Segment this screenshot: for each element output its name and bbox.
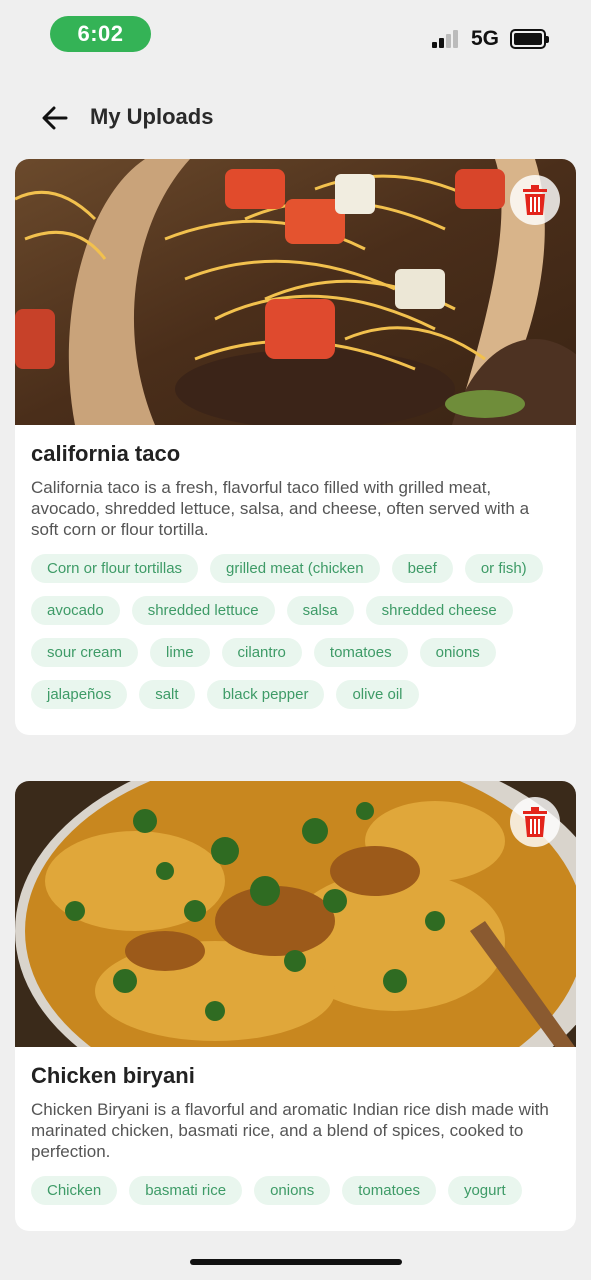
delete-button[interactable] — [510, 797, 560, 847]
ingredient-tags: Chicken basmati rice onions tomatoes yog… — [31, 1176, 560, 1205]
ingredient-tag: salt — [139, 680, 195, 709]
status-time: 6:02 — [50, 16, 151, 52]
ingredient-tag: yogurt — [447, 1176, 522, 1205]
ingredient-tag: Chicken — [31, 1176, 118, 1205]
ingredient-tag: black pepper — [206, 680, 325, 709]
ingredient-tag: basmati rice — [129, 1176, 243, 1205]
cellular-signal-icon — [432, 28, 464, 48]
ingredient-tag: onions — [419, 638, 496, 667]
upload-card[interactable]: california taco California taco is a fre… — [15, 159, 576, 735]
recipe-description: Chicken Biryani is a flavorful and aroma… — [31, 1100, 549, 1161]
ingredient-tag: jalapeños — [31, 680, 128, 709]
trash-icon — [523, 807, 547, 837]
uploads-feed: california taco California taco is a fre… — [15, 159, 576, 1277]
ingredient-tag: lime — [150, 638, 210, 667]
recipe-title: Chicken biryani — [31, 1063, 195, 1088]
ingredient-tag: or fish) — [464, 554, 543, 583]
home-indicator[interactable] — [190, 1259, 402, 1265]
arrow-left-icon — [42, 106, 68, 130]
delete-button[interactable] — [510, 175, 560, 225]
taco-photo — [15, 159, 576, 619]
status-bar: 6:02 5G — [0, 0, 591, 70]
ingredient-tag: grilled meat (chicken — [210, 554, 380, 583]
ingredient-tags: Corn or flour tortillas grilled meat (ch… — [31, 554, 560, 709]
ingredient-tag: onions — [254, 1176, 331, 1205]
upload-card[interactable]: Chicken biryani Chicken Biryani is a fla… — [15, 781, 576, 1231]
ingredient-tag: shredded lettuce — [131, 596, 275, 625]
ingredient-tag: tomatoes — [342, 1176, 436, 1205]
battery-icon — [510, 29, 549, 49]
card-body: Chicken biryani Chicken Biryani is a fla… — [15, 1047, 576, 1231]
ingredient-tag: cilantro — [221, 638, 302, 667]
ingredient-tag: olive oil — [336, 680, 419, 709]
network-type: 5G — [471, 27, 500, 50]
ingredient-tag: shredded cheese — [365, 596, 513, 625]
recipe-description: California taco is a fresh, flavorful ta… — [31, 478, 530, 539]
ingredient-tag: beef — [391, 554, 453, 583]
ingredient-tag: sour cream — [31, 638, 139, 667]
ingredient-tag: salsa — [286, 596, 354, 625]
recipe-title: california taco — [31, 441, 181, 466]
header: My Uploads — [0, 92, 591, 144]
card-body: california taco California taco is a fre… — [15, 425, 576, 735]
biryani-photo — [15, 781, 576, 1121]
back-button[interactable] — [38, 100, 74, 136]
ingredient-tag: Corn or flour tortillas — [31, 554, 199, 583]
ingredient-tag: avocado — [31, 596, 120, 625]
page-title: My Uploads — [90, 104, 214, 129]
trash-icon — [523, 185, 547, 215]
ingredient-tag: tomatoes — [313, 638, 408, 667]
